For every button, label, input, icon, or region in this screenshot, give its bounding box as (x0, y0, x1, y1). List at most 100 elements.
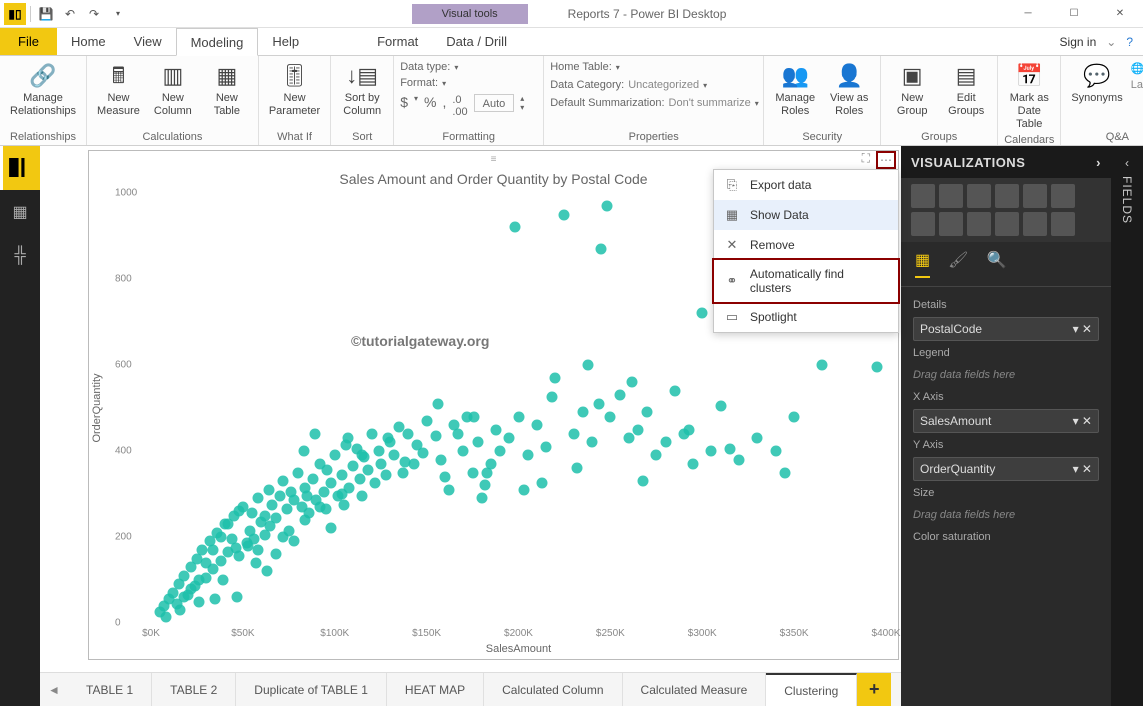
data-point[interactable] (432, 398, 443, 409)
data-point[interactable] (175, 605, 186, 616)
percent-format-button[interactable]: % (424, 94, 436, 118)
data-point[interactable] (357, 450, 368, 461)
data-point[interactable] (601, 200, 612, 211)
ctx-export-data[interactable]: ⎘Export data (714, 170, 898, 200)
auto-format-input[interactable]: Auto (474, 94, 515, 112)
scroll-left-button[interactable]: ◄ (40, 683, 68, 697)
data-point[interactable] (338, 499, 349, 510)
data-point[interactable] (816, 360, 827, 371)
data-point[interactable] (559, 209, 570, 220)
data-point[interactable] (243, 540, 254, 551)
new-group-button[interactable]: ▣New Group (887, 58, 937, 120)
data-point[interactable] (373, 446, 384, 457)
menu-format[interactable]: Format (363, 28, 432, 55)
data-point[interactable] (469, 411, 480, 422)
maximize-button[interactable]: ☐ (1051, 0, 1097, 28)
expand-icon[interactable]: ‹ (1125, 156, 1129, 170)
data-point[interactable] (770, 446, 781, 457)
analytics-tab[interactable]: 🔍 (986, 250, 1006, 278)
data-point[interactable] (259, 510, 270, 521)
synonyms-button[interactable]: 💬Synonyms (1067, 58, 1126, 107)
details-field-pill[interactable]: PostalCode▾ ✕ (913, 317, 1099, 341)
data-point[interactable] (734, 454, 745, 465)
chevron-down-icon[interactable]: ⌄ (1106, 35, 1116, 49)
ctx-spotlight[interactable]: ▭Spotlight (714, 302, 898, 332)
data-point[interactable] (234, 506, 245, 517)
decimal-format-button[interactable]: .0.00 (452, 94, 467, 118)
data-point[interactable] (443, 484, 454, 495)
data-point[interactable] (531, 420, 542, 431)
yaxis-field-pill[interactable]: OrderQuantity▾ ✕ (913, 457, 1099, 481)
viz-type-icon[interactable] (1051, 212, 1075, 236)
datacategory-value[interactable]: Uncategorized (628, 79, 699, 91)
page-tab[interactable]: TABLE 1 (68, 673, 152, 706)
data-point[interactable] (326, 523, 337, 534)
viz-type-icon[interactable] (1023, 184, 1047, 208)
data-point[interactable] (546, 392, 557, 403)
data-point[interactable] (234, 551, 245, 562)
data-point[interactable] (348, 461, 359, 472)
comma-format-button[interactable]: , (442, 94, 446, 118)
new-parameter-button[interactable]: 🎚New Parameter (265, 58, 324, 120)
data-point[interactable] (329, 450, 340, 461)
report-canvas[interactable]: ≡ ⛶ ⋯ ⎘Export data ▦Show Data ✕Remove ⚭A… (40, 146, 901, 706)
data-point[interactable] (623, 433, 634, 444)
close-button[interactable]: ✕ (1097, 0, 1143, 28)
data-point[interactable] (638, 476, 649, 487)
data-point[interactable] (293, 467, 304, 478)
data-point[interactable] (232, 592, 243, 603)
undo-icon[interactable]: ↶ (59, 3, 81, 25)
viz-type-icon[interactable] (1023, 212, 1047, 236)
data-point[interactable] (697, 308, 708, 319)
hometable-label[interactable]: Home Table: (550, 61, 612, 73)
focus-mode-icon[interactable]: ⛶ (862, 151, 870, 169)
data-point[interactable] (278, 476, 289, 487)
data-point[interactable] (408, 458, 419, 469)
data-point[interactable] (383, 433, 394, 444)
data-point[interactable] (326, 478, 337, 489)
data-point[interactable] (370, 478, 381, 489)
data-point[interactable] (397, 467, 408, 478)
data-point[interactable] (366, 428, 377, 439)
manage-relationships-button[interactable]: 🔗Manage Relationships (6, 58, 80, 120)
data-point[interactable] (261, 566, 272, 577)
data-point[interactable] (627, 377, 638, 388)
ctx-remove[interactable]: ✕Remove (714, 230, 898, 260)
data-point[interactable] (440, 471, 451, 482)
page-tab[interactable]: HEAT MAP (387, 673, 484, 706)
data-point[interactable] (208, 544, 219, 555)
data-point[interactable] (322, 465, 333, 476)
data-point[interactable] (250, 557, 261, 568)
menu-home[interactable]: Home (57, 28, 120, 55)
data-point[interactable] (217, 575, 228, 586)
data-point[interactable] (504, 433, 515, 444)
viz-type-icon[interactable] (911, 184, 935, 208)
menu-help[interactable]: Help (258, 28, 313, 55)
new-column-button[interactable]: ▥New Column (148, 58, 198, 120)
sort-by-column-button[interactable]: ↓▤Sort by Column (337, 58, 387, 120)
data-point[interactable] (550, 372, 561, 383)
data-point[interactable] (309, 428, 320, 439)
format-tab[interactable]: 🖌 (948, 250, 968, 278)
viz-type-icon[interactable] (995, 212, 1019, 236)
data-point[interactable] (263, 484, 274, 495)
viz-type-icon[interactable] (967, 184, 991, 208)
data-point[interactable] (669, 385, 680, 396)
data-point[interactable] (568, 428, 579, 439)
fields-tab[interactable]: ▦ (915, 250, 930, 278)
datatype-label[interactable]: Data type: (400, 61, 450, 73)
edit-groups-button[interactable]: ▤Edit Groups (941, 58, 991, 120)
data-point[interactable] (509, 222, 520, 233)
viz-type-icon[interactable] (911, 212, 935, 236)
data-point[interactable] (715, 400, 726, 411)
currency-format-button[interactable]: $ (400, 94, 408, 118)
data-point[interactable] (605, 411, 616, 422)
data-point[interactable] (375, 458, 386, 469)
menu-view[interactable]: View (120, 28, 176, 55)
data-point[interactable] (583, 360, 594, 371)
page-tab[interactable]: Calculated Column (484, 673, 622, 706)
viz-type-icon[interactable] (939, 184, 963, 208)
size-drop-zone[interactable]: Drag data fields here (913, 505, 1099, 525)
data-point[interactable] (298, 446, 309, 457)
data-point[interactable] (684, 424, 695, 435)
